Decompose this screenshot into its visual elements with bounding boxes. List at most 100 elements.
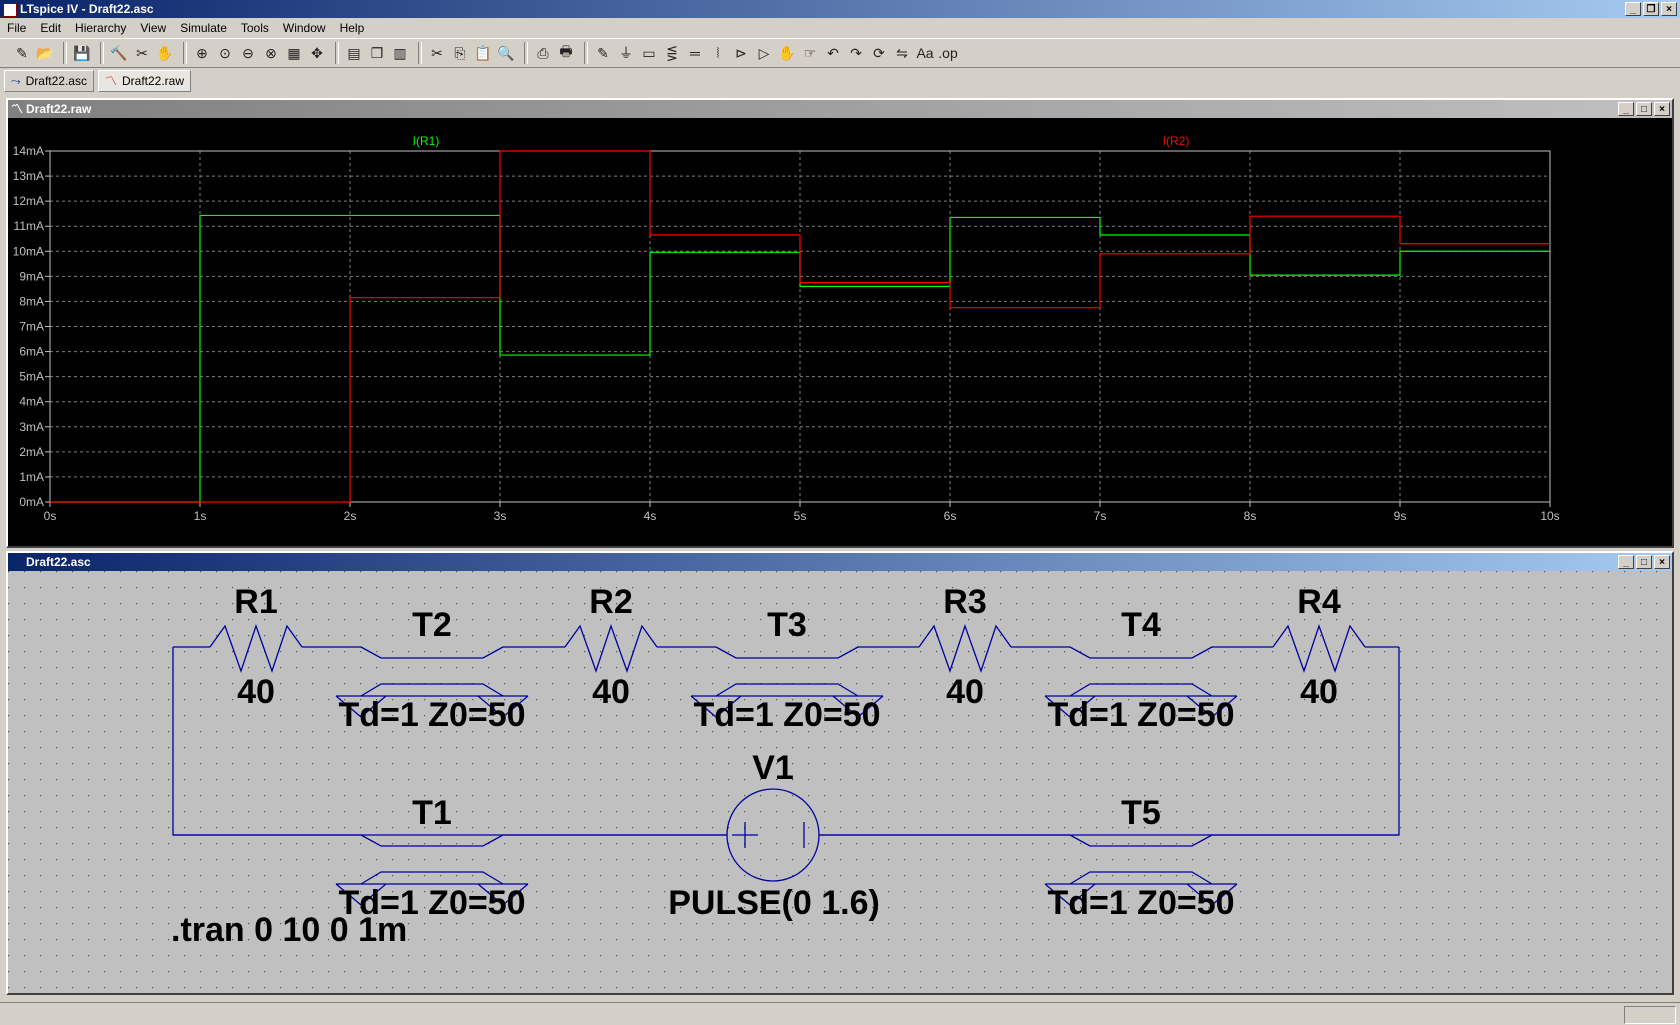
cut-icon[interactable]: ✂ <box>427 42 447 64</box>
tline-value: Td=1 Z0=50 <box>1047 884 1234 922</box>
waveform-close-button[interactable]: × <box>1654 102 1670 116</box>
component-icon[interactable]: ▷ <box>754 42 774 64</box>
toolbar-separator <box>183 42 187 64</box>
mirror-icon[interactable]: ⇋ <box>892 42 912 64</box>
resistor-value: 40 <box>592 673 630 711</box>
resistor-icon[interactable]: ⋚ <box>662 42 682 64</box>
text-icon[interactable]: Aa <box>915 42 935 64</box>
find-icon[interactable]: 🔍 <box>496 42 516 64</box>
undo-icon[interactable]: ↶ <box>823 42 843 64</box>
y-tick-label: 13mA <box>13 169 44 183</box>
schematic-icon: ⤳ <box>11 73 21 88</box>
trace-label: I(R1) <box>413 134 440 148</box>
halt-icon[interactable]: ✋ <box>155 42 175 64</box>
waveform-plot[interactable]: 0s 1s 2s 3s 4s 5s 6s 7s 8s 9s 10s 0mA 1mA 2mA 3mA 4mA 5m… <box>8 118 1672 546</box>
y-tick-label: 1mA <box>19 470 44 484</box>
toolbar-separator <box>63 42 67 64</box>
app-titlebar: LTspice IV - Draft22.asc _ ❐ × <box>0 0 1680 18</box>
rotate-icon[interactable]: ⟳ <box>869 42 889 64</box>
x-tick-label: 6s <box>944 509 957 523</box>
waveform-maximize-button[interactable]: □ <box>1636 102 1652 116</box>
waveform-window: 〽 Draft22.raw _ □ × 0s 1s 2s 3s 4s 5s 6s 7s 8s 9s… <box>6 98 1674 548</box>
resistor-value: 40 <box>1300 673 1338 711</box>
pan-icon[interactable]: ✥ <box>307 42 327 64</box>
tline-ref: T5 <box>1121 794 1161 832</box>
ltspice-app-icon <box>3 3 17 17</box>
x-tick-label: 1s <box>194 509 207 523</box>
y-tick-label: 11mA <box>14 219 44 233</box>
wire-icon[interactable]: ✎ <box>593 42 613 64</box>
autorange-icon[interactable]: ▦ <box>284 42 304 64</box>
schematic-close-button[interactable]: × <box>1654 555 1670 569</box>
move-icon[interactable]: ✋ <box>777 42 797 64</box>
save-icon[interactable]: 💾 <box>72 42 92 64</box>
cascade-icon[interactable]: ❐ <box>367 42 387 64</box>
status-bar <box>0 1002 1680 1025</box>
tab-schematic[interactable]: ⤳ Draft22.asc <box>4 69 94 92</box>
print-preview-icon[interactable]: ⎙ <box>533 42 553 64</box>
menu-hierarchy[interactable]: Hierarchy <box>68 18 133 38</box>
schematic-minimize-button[interactable]: _ <box>1618 555 1634 569</box>
label-icon[interactable]: ▭ <box>639 42 659 64</box>
menu-edit[interactable]: Edit <box>33 18 68 38</box>
inductor-icon[interactable]: ⦚ <box>708 42 728 64</box>
new-schematic-icon[interactable]: ✎ <box>12 42 32 64</box>
x-tick-label: 8s <box>1244 509 1257 523</box>
waveform-minimize-button[interactable]: _ <box>1618 102 1634 116</box>
close-button[interactable]: × <box>1661 2 1677 16</box>
y-tick-label: 8mA <box>19 294 44 308</box>
schematic-maximize-button[interactable]: □ <box>1636 555 1652 569</box>
waveform-icon: 〽 <box>11 102 24 116</box>
zoom-out-icon[interactable]: ⊖ <box>238 42 258 64</box>
x-tick-label: 10s <box>1540 509 1559 523</box>
print-icon[interactable]: 🖶 <box>556 42 576 64</box>
menu-tools[interactable]: Tools <box>234 18 276 38</box>
tile-vertical-icon[interactable]: ▥ <box>390 42 410 64</box>
run-icon[interactable]: ✂ <box>132 42 152 64</box>
paste-icon[interactable]: 📋 <box>473 42 493 64</box>
toolbar-separator <box>100 42 104 64</box>
diode-icon[interactable]: ⊳ <box>731 42 751 64</box>
zoom-cancel-icon[interactable]: ⊗ <box>261 42 281 64</box>
menu-view[interactable]: View <box>133 18 173 38</box>
y-tick-label: 9mA <box>19 269 44 283</box>
resistor-value: 40 <box>237 673 275 711</box>
tline-ref: T3 <box>767 606 807 644</box>
main-toolbar: ✎ 📂 💾 🔨 ✂ ✋ ⊕ ⊙ ⊖ ⊗ ▦ ✥ ▤ ❐ ▥ ✂ ⎘ 📋 🔍 ⎙ 🖶 ✎ ⏚ ▭ ⋚ ═ ⦚ ⊳ ▷ ✋ ☞ ↶ ↷ ⟳ ⇋ Aa .op <box>0 38 1680 68</box>
y-tick-label: 12mA <box>13 194 44 208</box>
source-ref: V1 <box>752 749 794 787</box>
open-icon[interactable]: 📂 <box>35 42 55 64</box>
toolbar-separator <box>584 42 588 64</box>
drag-icon[interactable]: ☞ <box>800 42 820 64</box>
tline-ref: T4 <box>1121 606 1161 644</box>
schematic-window-title: Draft22.asc <box>26 555 91 569</box>
x-tick-label: 7s <box>1094 509 1107 523</box>
y-tick-label: 0mA <box>19 495 44 509</box>
menu-simulate[interactable]: Simulate <box>173 18 234 38</box>
tab-waveform[interactable]: 〽 Draft22.raw <box>97 69 192 92</box>
trace-label: I(R2) <box>1163 134 1190 148</box>
zoom-in-icon[interactable]: ⊕ <box>192 42 212 64</box>
x-tick-label: 0s <box>44 509 57 523</box>
capacitor-icon[interactable]: ═ <box>685 42 705 64</box>
restore-button[interactable]: ❐ <box>1643 2 1659 16</box>
control-panel-icon[interactable]: 🔨 <box>109 42 129 64</box>
resistor-ref: R2 <box>589 583 632 621</box>
schematic-canvas[interactable]: R1 40 R2 40 R3 40 R4 40 T2 Td=1 Z0=50 T3 Td=1 Z0=50… <box>8 571 1672 993</box>
x-tick-label: 9s <box>1394 509 1407 523</box>
x-tick-label: 3s <box>494 509 507 523</box>
toolbar-separator <box>335 42 339 64</box>
minimize-button[interactable]: _ <box>1625 2 1641 16</box>
tile-horizontal-icon[interactable]: ▤ <box>344 42 364 64</box>
spice-directive[interactable]: .tran 0 10 0 1m <box>171 911 407 949</box>
zoom-full-icon[interactable]: ⊙ <box>215 42 235 64</box>
copy-icon[interactable]: ⎘ <box>450 42 470 64</box>
ground-icon[interactable]: ⏚ <box>616 42 636 64</box>
redo-icon[interactable]: ↷ <box>846 42 866 64</box>
source-value: PULSE(0 1.6) <box>668 884 880 922</box>
spice-directive-icon[interactable]: .op <box>938 42 958 64</box>
menu-file[interactable]: File <box>0 18 33 38</box>
resistor-ref: R3 <box>943 583 986 621</box>
menu-help[interactable]: Help <box>333 18 372 38</box>
menu-window[interactable]: Window <box>276 18 333 38</box>
